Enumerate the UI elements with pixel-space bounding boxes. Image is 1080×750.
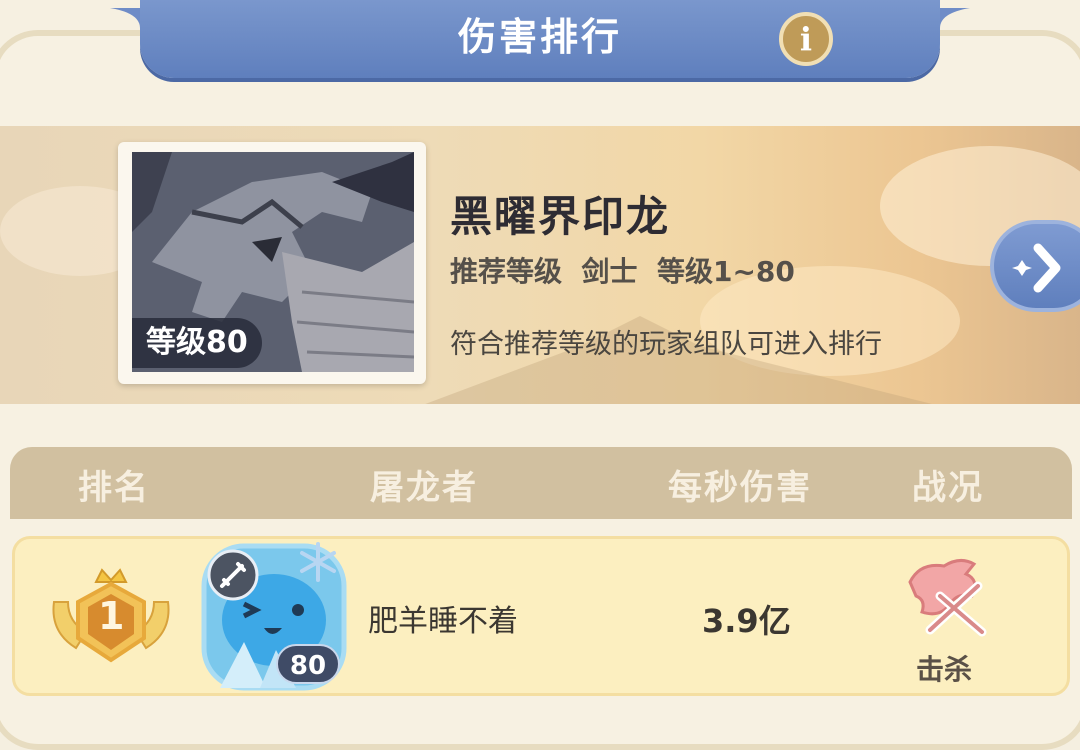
info-icon[interactable]: i	[779, 12, 833, 66]
column-header-dps: 每秒伤害	[668, 468, 812, 508]
column-header-rank: 排名	[78, 468, 150, 508]
page-title: 伤害排行	[457, 15, 622, 59]
boss-ranking-note: 符合推荐等级的玩家组队可进入排行	[450, 329, 882, 360]
boss-recommend-level: 推荐等级 剑士 等级1~80	[450, 255, 795, 288]
boss-name: 黑曜界印龙	[450, 192, 671, 241]
snowflake-icon	[300, 542, 336, 582]
battle-status-label: 击杀	[916, 653, 973, 686]
column-header-status: 战况	[912, 468, 984, 508]
chevron-right-icon	[1012, 243, 1061, 293]
column-header-player: 屠龙者	[370, 468, 478, 508]
dragon-kill-icon	[908, 559, 987, 637]
boss-level-badge: 等级80	[132, 318, 262, 368]
player-level-badge: 80	[276, 644, 340, 684]
next-boss-button[interactable]	[990, 220, 1080, 312]
sword-class-icon	[207, 549, 259, 601]
player-name: 肥羊睡不着	[368, 604, 518, 639]
rank-number: 1	[98, 594, 125, 638]
dps-value: 3.9亿	[702, 602, 791, 640]
